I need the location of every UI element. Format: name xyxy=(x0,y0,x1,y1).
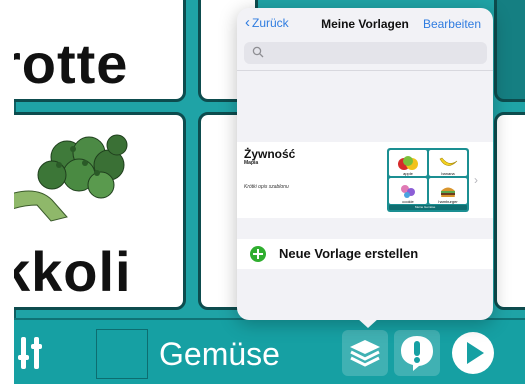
thumb-cell-hamburger: hamburger xyxy=(429,178,467,204)
thumb-cell-cookie: cookie xyxy=(389,178,427,204)
page-title: Gemüse xyxy=(159,336,280,372)
app-window: rotte kkoli xyxy=(0,0,525,384)
divider xyxy=(237,70,493,71)
templates-button[interactable] xyxy=(342,330,388,376)
thumb-cell-banana: banana xyxy=(429,150,467,176)
template-author: Mapia xyxy=(244,160,259,166)
hamburger-icon xyxy=(441,187,455,197)
template-thumbnail: apple banana cookie hamburger Meine Gemü… xyxy=(387,148,469,212)
banana-icon xyxy=(439,157,458,166)
settings-sliders-button[interactable] xyxy=(14,330,48,376)
templates-popover: ‹ Zurück Meine Vorlagen Bearbeiten Żywno… xyxy=(237,8,493,320)
play-button[interactable] xyxy=(450,330,496,376)
alert-button[interactable] xyxy=(394,330,440,376)
edit-button[interactable]: Bearbeiten xyxy=(423,17,481,31)
card-broccoli[interactable]: kkoli xyxy=(14,112,186,310)
popover-header: ‹ Zurück Meine Vorlagen Bearbeiten xyxy=(237,8,493,42)
card-right-column-middle[interactable] xyxy=(494,112,525,310)
popover-arrow xyxy=(357,318,379,328)
thumb-label-cookie: cookie xyxy=(402,199,414,204)
broccoli-image xyxy=(14,134,128,222)
new-template-button[interactable]: Neue Vorlage erstellen xyxy=(237,239,493,269)
template-name: Żywność xyxy=(244,147,296,161)
card-carrot[interactable]: rotte xyxy=(14,0,186,102)
thumbnail-toolbar: Meine Gemüse xyxy=(389,205,467,210)
template-description: Krótki opis szablonu xyxy=(244,184,289,190)
chevron-right-icon: › xyxy=(474,173,478,187)
thumbnail-toolbar-title: Meine Gemüse xyxy=(415,205,436,209)
card-carrot-label: rotte xyxy=(14,32,129,95)
layers-icon xyxy=(350,340,380,367)
thumb-label-banana: banana xyxy=(441,171,455,176)
thumb-cell-apple: apple xyxy=(389,150,427,176)
thumbnail-grid: apple banana cookie hamburger xyxy=(389,150,467,204)
alert-icon xyxy=(401,336,433,371)
bottom-toolbar: Gemüse xyxy=(14,318,525,384)
new-template-label: Neue Vorlage erstellen xyxy=(279,246,419,261)
toolbar-empty-slot[interactable] xyxy=(96,329,148,379)
template-row[interactable]: Żywność Mapia Krótki opis szablonu apple xyxy=(237,142,493,218)
card-broccoli-label: kkoli xyxy=(14,240,132,303)
card-right-column-top[interactable] xyxy=(494,0,525,102)
search-icon xyxy=(252,46,264,58)
thumb-label-hamburger: hamburger xyxy=(438,199,458,204)
thumb-label-apple: apple xyxy=(403,171,413,176)
plus-circle-icon xyxy=(250,246,266,262)
apple-icon xyxy=(398,156,418,170)
sliders-icon xyxy=(18,337,42,369)
search-input[interactable] xyxy=(244,42,487,64)
play-icon xyxy=(452,332,494,374)
cookie-icon xyxy=(401,185,415,198)
